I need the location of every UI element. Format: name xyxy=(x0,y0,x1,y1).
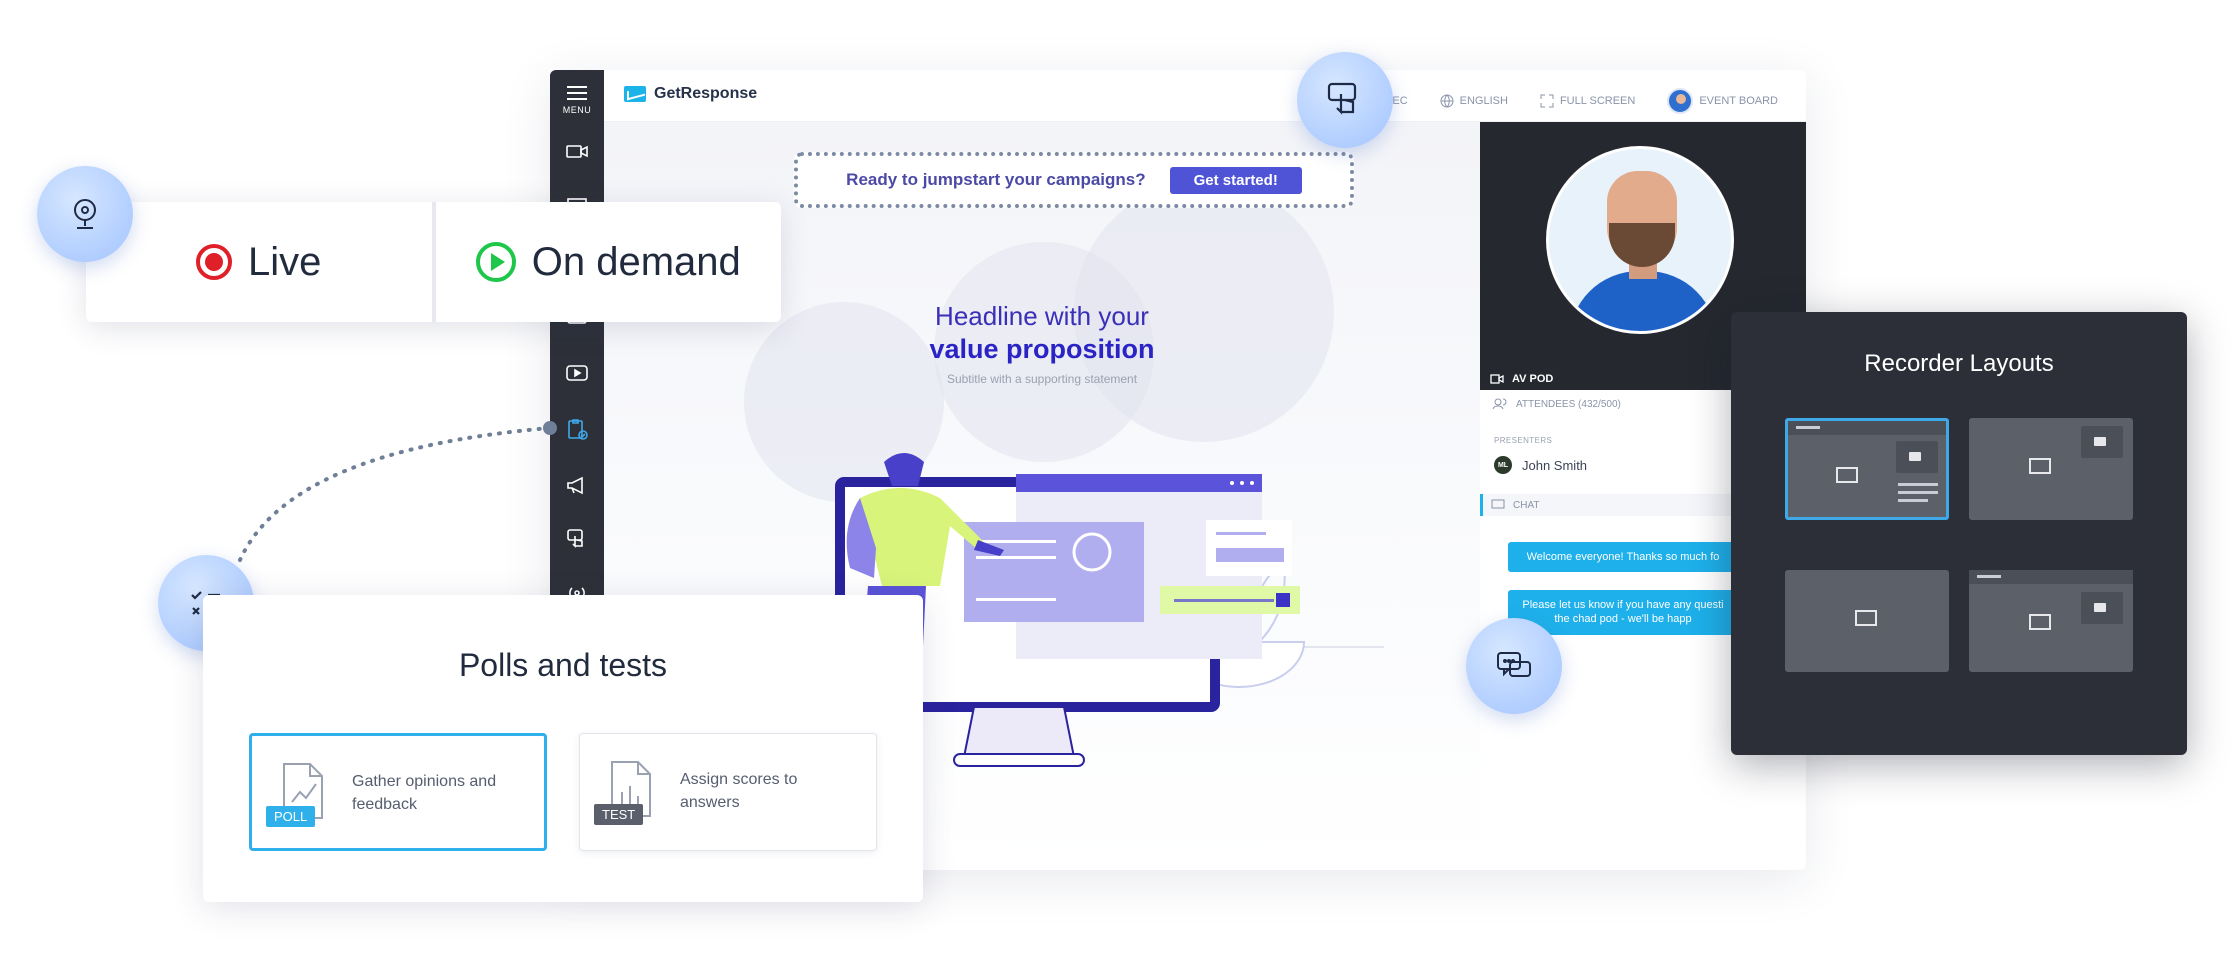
event-board-button[interactable]: EVENT BOARD xyxy=(1667,88,1778,114)
webcam-bubble xyxy=(37,166,133,262)
attendees-label: ATTENDEES (432/500) xyxy=(1516,398,1621,410)
language-label: ENGLISH xyxy=(1459,95,1508,107)
chat-small-icon xyxy=(1491,499,1505,509)
presenter-row[interactable]: ML John Smith xyxy=(1494,456,1587,474)
polls-card: Polls and tests POLL Gather opinions and… xyxy=(203,595,923,902)
fullscreen-button[interactable]: FULL SCREEN xyxy=(1540,94,1635,108)
test-option[interactable]: TEST Assign scores to answers xyxy=(579,733,877,851)
top-bar: GetResponse REC ENGLISH FULL SCREEN EVEN… xyxy=(604,70,1806,122)
camera-icon xyxy=(1490,374,1504,384)
poll-badge: POLL xyxy=(266,806,316,827)
chat-bubble-icon xyxy=(1466,618,1562,714)
page-subtitle: Subtitle with a supporting statement xyxy=(946,372,1138,386)
record-icon xyxy=(196,244,233,280)
video-camera-icon[interactable] xyxy=(564,138,590,164)
polls-title: Polls and tests xyxy=(458,647,668,683)
megaphone-icon[interactable] xyxy=(564,472,590,498)
presentation-screen-icon xyxy=(1855,610,1877,626)
event-board-label: EVENT BOARD xyxy=(1699,95,1778,107)
brand-name: GetResponse xyxy=(654,85,758,102)
layout-option-3[interactable] xyxy=(1785,570,1949,672)
avatar xyxy=(1667,88,1694,114)
camera-tile-icon xyxy=(1896,441,1938,473)
menu-label: MENU xyxy=(562,105,592,115)
poll-option[interactable]: POLL Gather opinions and feedback xyxy=(249,733,547,851)
touch-hand-icon xyxy=(1327,82,1357,115)
test-option-text: Assign scores to answers xyxy=(680,771,798,812)
live-option[interactable]: Live xyxy=(86,202,432,322)
youtube-play-icon[interactable] xyxy=(564,360,590,386)
recorder-layouts-panel: Recorder Layouts xyxy=(1731,312,2187,755)
cta-banner: Ready to jumpstart your campaigns? Get s… xyxy=(794,152,1354,208)
camera-tile-icon xyxy=(2081,592,2123,624)
getresponse-logo[interactable]: GetResponse xyxy=(624,85,757,103)
on-demand-option[interactable]: On demand xyxy=(436,202,782,322)
presenter-initials: ML xyxy=(1494,456,1512,474)
chat-icon xyxy=(1497,652,1531,677)
envelope-logo-icon xyxy=(624,86,646,102)
language-selector[interactable]: ENGLISH xyxy=(1440,94,1508,108)
fullscreen-label: FULL SCREEN xyxy=(1559,95,1636,107)
recorder-title: Recorder Layouts xyxy=(1864,350,2054,377)
menu-button[interactable]: MENU xyxy=(550,82,604,115)
live-label: Live xyxy=(248,239,322,284)
touch-bubble xyxy=(1297,52,1393,148)
get-started-button[interactable]: Get started! xyxy=(1169,166,1302,194)
on-demand-label: On demand xyxy=(531,239,741,284)
globe-icon xyxy=(1440,94,1454,108)
camera-tile-icon xyxy=(2081,426,2123,458)
presentation-screen-icon xyxy=(2029,614,2051,630)
presenters-label: PRESENTERS xyxy=(1494,436,1553,445)
headline-line-2: value proposition xyxy=(929,333,1155,364)
mode-card: Live On demand xyxy=(86,202,781,322)
presentation-screen-icon xyxy=(1836,467,1858,483)
chat-label: CHAT xyxy=(1513,499,1540,511)
chat-message: Welcome everyone! Thanks so much fo xyxy=(1508,542,1738,573)
play-icon xyxy=(475,242,516,282)
cta-text: Ready to jumpstart your campaigns? xyxy=(846,170,1146,189)
chat-header[interactable]: CHAT xyxy=(1480,494,1740,516)
fullscreen-icon xyxy=(1540,94,1554,108)
connector-line xyxy=(238,421,557,562)
test-badge: TEST xyxy=(594,804,644,825)
layout-option-1[interactable] xyxy=(1785,418,1949,520)
webcam-icon xyxy=(74,199,96,229)
attendees-header[interactable]: ATTENDEES (432/500) xyxy=(1480,398,1740,410)
presenter-name: John Smith xyxy=(1522,457,1588,473)
touch-icon[interactable] xyxy=(564,526,590,552)
clipboard-check-icon[interactable] xyxy=(564,416,590,442)
speaker-avatar xyxy=(1546,146,1734,334)
people-icon xyxy=(1492,398,1507,410)
presentation-screen-icon xyxy=(2029,458,2051,474)
layout-option-4[interactable] xyxy=(1969,570,2133,672)
av-pod-label: AV POD xyxy=(1512,373,1554,385)
layout-option-2[interactable] xyxy=(1969,418,2133,520)
poll-option-text: Gather opinions and feedback xyxy=(352,773,497,814)
